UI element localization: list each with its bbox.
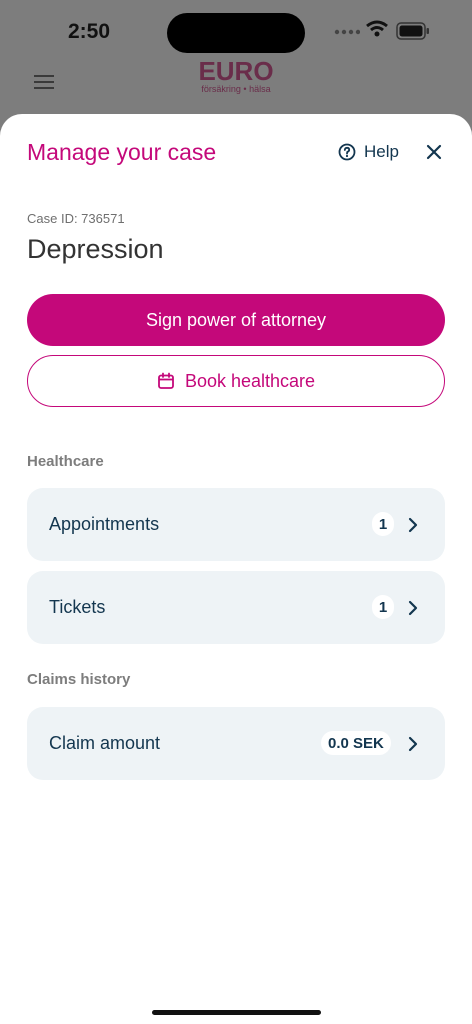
case-title: Depression	[27, 234, 164, 264]
status-time: 2:50	[68, 20, 111, 43]
brand-logo: EURO försäkring • hälsa	[198, 56, 274, 94]
manage-case-sheet: Manage your case Help Case ID: 736571 De…	[0, 114, 472, 1024]
cellular-signal-icon	[334, 29, 360, 35]
hamburger-menu-icon[interactable]	[34, 74, 54, 90]
claim-amount-value-badge: 0.0 SEK	[321, 731, 391, 755]
tickets-row[interactable]: Tickets 1	[27, 571, 445, 644]
chevron-right-icon	[408, 736, 418, 752]
appointments-label: Appointments	[49, 514, 160, 534]
dynamic-island	[167, 13, 305, 53]
home-indicator[interactable]	[152, 1010, 321, 1015]
appointments-count-badge: 1	[372, 512, 394, 536]
healthcare-section-label: Healthcare	[27, 453, 104, 470]
appointments-row[interactable]: Appointments 1	[27, 488, 445, 561]
battery-icon	[396, 22, 429, 40]
close-icon[interactable]	[424, 142, 444, 162]
help-button[interactable]: Help	[338, 142, 399, 162]
claim-amount-row[interactable]: Claim amount 0.0 SEK	[27, 707, 445, 780]
sign-power-of-attorney-button[interactable]: Sign power of attorney	[27, 294, 445, 346]
wifi-icon	[366, 20, 388, 37]
book-healthcare-button[interactable]: Book healthcare	[27, 355, 445, 407]
book-healthcare-label: Book healthcare	[184, 370, 316, 391]
sign-power-of-attorney-label: Sign power of attorney	[145, 309, 327, 330]
help-label: Help	[364, 142, 399, 161]
status-bar: 2:50	[0, 0, 472, 64]
case-id: Case ID: 736571	[27, 211, 125, 226]
claim-amount-label: Claim amount	[49, 733, 161, 753]
chevron-right-icon	[408, 517, 418, 533]
tickets-count-badge: 1	[372, 595, 394, 619]
claims-history-section-label: Claims history	[27, 671, 131, 688]
calendar-icon	[158, 372, 174, 389]
help-icon	[338, 143, 356, 161]
sheet-title: Manage your case	[27, 139, 217, 165]
tickets-label: Tickets	[49, 597, 106, 617]
chevron-right-icon	[408, 600, 418, 616]
